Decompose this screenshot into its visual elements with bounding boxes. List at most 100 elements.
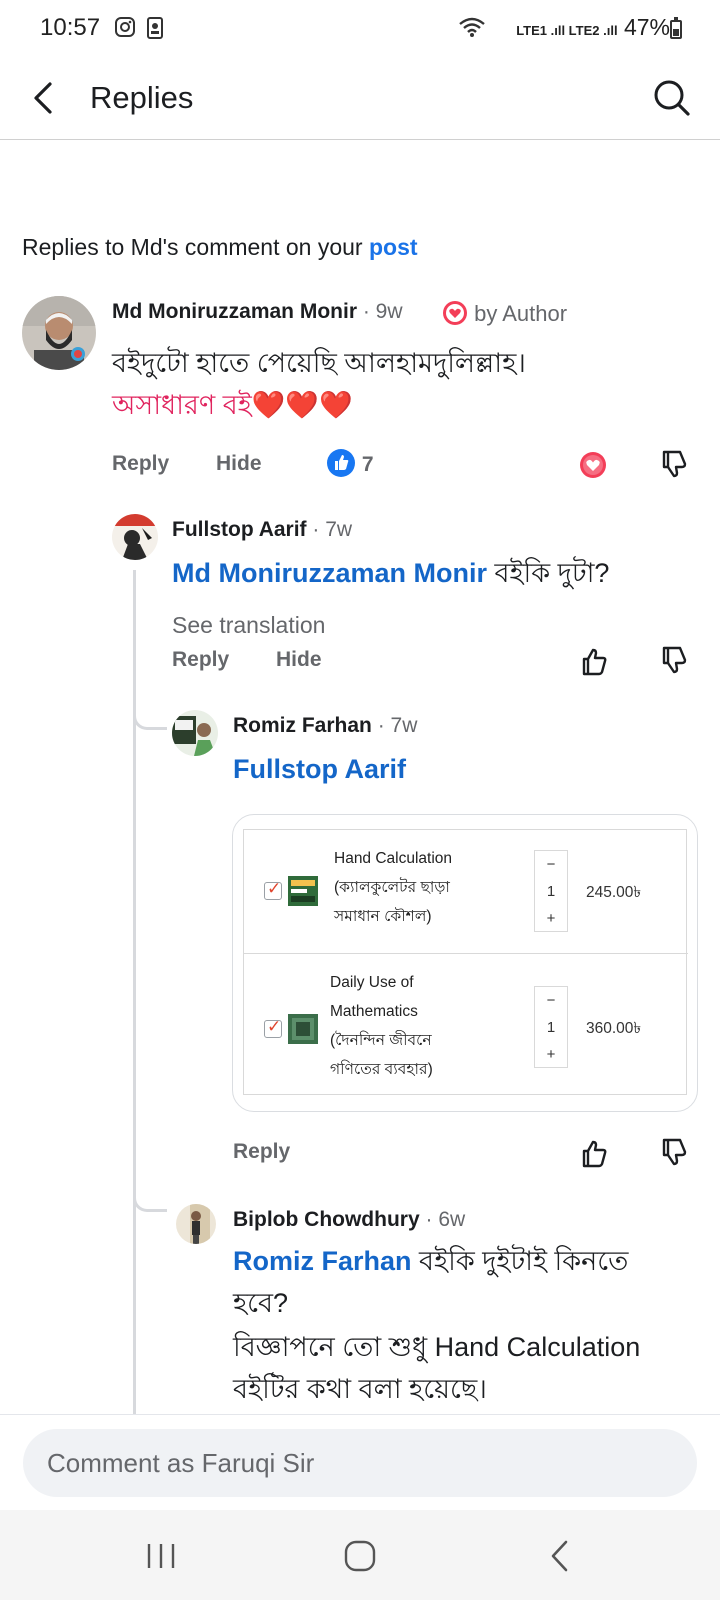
wifi-icon (458, 16, 486, 43)
cart-row: ✓ Hand Calculation (ক্যালকুলেটর ছাড়া সম… (244, 830, 688, 954)
qty-value: 1 (546, 1019, 556, 1036)
battery-percent: 47% (623, 14, 670, 40)
qty-plus: + (546, 1046, 556, 1063)
comment-text-line: Romiz Farhan বইকি দুইটাই কিনতে (233, 1240, 703, 1282)
cart-item-name: Daily Use of Mathematics (দৈনন্দিন জীবনে… (330, 968, 480, 1084)
checkbox: ✓ (264, 879, 282, 900)
reply-button[interactable]: Reply (233, 1140, 290, 1164)
comment-author[interactable]: Romiz Farhan · 7w (233, 714, 417, 738)
like-button[interactable] (578, 1138, 612, 1172)
item-name-line: (দৈনন্দিন জীবনে (330, 1032, 432, 1049)
comment-text: Md Moniruzzaman Monir বইকি দুটা? (172, 552, 702, 594)
home-button[interactable] (335, 1534, 385, 1578)
comment-input[interactable] (23, 1429, 697, 1497)
comment-text: Fullstop Aarif (233, 748, 406, 790)
recent-apps-icon (147, 1544, 175, 1568)
mention-link[interactable]: Md Moniruzzaman Monir (172, 558, 487, 588)
item-price: 245.00৳ (586, 884, 642, 901)
qty-minus: − (546, 856, 556, 873)
badge-label: by Author (474, 301, 568, 326)
comment-time: · 7w (377, 714, 418, 737)
status-time: 10:57 (40, 14, 101, 41)
recent-apps-button[interactable] (136, 1534, 186, 1578)
love-reaction-button[interactable] (578, 450, 612, 484)
quantity-stepper: − 1 + (534, 850, 568, 932)
comment-author[interactable]: Biplob Chowdhury · 6w (233, 1208, 465, 1232)
qty-plus: + (546, 910, 556, 927)
thumbs-down-icon (662, 450, 687, 478)
instagram-icon (114, 16, 136, 43)
comment-text-body: বইকি দুইটাই কিনতে (411, 1246, 629, 1276)
context-text: Replies to Md's comment on your (22, 234, 369, 260)
comment-author[interactable]: Md Moniruzzaman Monir · 9w (112, 300, 403, 324)
author-name[interactable]: Romiz Farhan (233, 714, 372, 737)
comment-text-line: বিজ্ঞাপনে তো শুধু Hand Calculation (233, 1332, 641, 1362)
comment-time: · 7w (312, 518, 353, 541)
comment-text-body: বইকি দুটা? (486, 558, 610, 588)
avatar-fullstop-aarif[interactable] (112, 514, 158, 560)
qty-minus: − (546, 992, 556, 1009)
qty-value: 1 (546, 883, 556, 900)
love-icon (580, 452, 606, 478)
item-name-line: Hand Calculation (334, 850, 453, 867)
thread-connector (133, 690, 167, 730)
reply-button[interactable]: Reply (112, 452, 169, 476)
system-nav-bar (0, 1510, 720, 1600)
comment-text: Romiz Farhan বইকি দুইটাই কিনতে হবে? বিজ্… (233, 1240, 703, 1410)
system-back-button[interactable] (536, 1534, 586, 1578)
thumbs-up-icon (582, 648, 607, 676)
item-name-line: (ক্যালকুলেটর ছাড়া (334, 879, 450, 896)
heart-badge-icon (443, 301, 467, 325)
mention-link[interactable]: Romiz Farhan (233, 1246, 412, 1276)
avatar-biplob-chowdhury[interactable] (176, 1204, 216, 1244)
like-count-value: 7 (361, 453, 374, 476)
battery-icon (670, 17, 682, 39)
notification-icon (146, 16, 164, 45)
comment-text: বইদুটো হাতে পেয়েছি আলহামদুলিল্লাহ। অসাধ… (112, 342, 692, 426)
mention-link[interactable]: Fullstop Aarif (233, 754, 406, 784)
item-name-line: Mathematics (330, 1003, 418, 1020)
back-arrow-icon (34, 82, 52, 114)
dislike-button[interactable] (658, 448, 692, 482)
comment-text-line: বইদুটো হাতে পেয়েছি আলহামদুলিল্লাহ। (112, 348, 526, 378)
item-name-line: Daily Use of (330, 974, 414, 991)
comment-author[interactable]: Fullstop Aarif · 7w (172, 518, 352, 542)
avatar-romiz-farhan[interactable] (172, 710, 218, 756)
author-name[interactable]: Md Moniruzzaman Monir (112, 300, 357, 323)
page-title: Replies (90, 80, 194, 115)
search-button[interactable] (650, 76, 694, 120)
cart-table: ✓ Hand Calculation (ক্যালকুলেটর ছাড়া সম… (243, 829, 688, 1095)
status-network-battery: LTE1 .ıll LTE2 .ıll 47% (516, 14, 670, 41)
dislike-button[interactable] (658, 644, 692, 678)
author-name[interactable]: Biplob Chowdhury (233, 1208, 420, 1231)
attached-image-card[interactable]: ✓ Hand Calculation (ক্যালকুলেটর ছাড়া সম… (232, 814, 698, 1112)
hide-button[interactable]: Hide (276, 648, 322, 672)
checkbox: ✓ (264, 1017, 282, 1038)
back-button[interactable] (26, 78, 66, 118)
home-icon (344, 1540, 376, 1572)
replies-context: Replies to Md's comment on your post (22, 234, 418, 261)
comment-composer (0, 1414, 720, 1510)
cart-item-name: Hand Calculation (ক্যালকুলেটর ছাড়া সমাধ… (334, 844, 484, 931)
comment-text-line: বইটির কথা বলা হয়েছে। (233, 1374, 487, 1404)
dislike-button[interactable] (658, 1136, 692, 1170)
reply-button[interactable]: Reply (172, 648, 229, 672)
see-translation-button[interactable]: See translation (172, 612, 325, 639)
thumbs-down-icon (662, 1138, 687, 1166)
avatar-md-moniruzzaman[interactable] (22, 296, 96, 370)
comment-time: · 6w (425, 1208, 466, 1231)
back-chevron-icon (551, 1540, 568, 1572)
thread-connector (133, 1172, 167, 1212)
author-name[interactable]: Fullstop Aarif (172, 518, 307, 541)
hide-button[interactable]: Hide (216, 452, 262, 476)
search-icon (654, 80, 690, 116)
book-thumbnail (288, 1014, 318, 1044)
checkmark-icon: ✓ (267, 1017, 282, 1036)
like-count[interactable]: 7 (326, 448, 374, 478)
quantity-stepper: − 1 + (534, 986, 568, 1068)
comment-text-line: অসাধারণ বই❤️❤️❤️ (112, 390, 353, 420)
post-link[interactable]: post (369, 234, 418, 260)
like-button[interactable] (578, 646, 612, 680)
comment-text-line: হবে? (233, 1288, 289, 1318)
thumbs-down-icon (662, 646, 687, 674)
